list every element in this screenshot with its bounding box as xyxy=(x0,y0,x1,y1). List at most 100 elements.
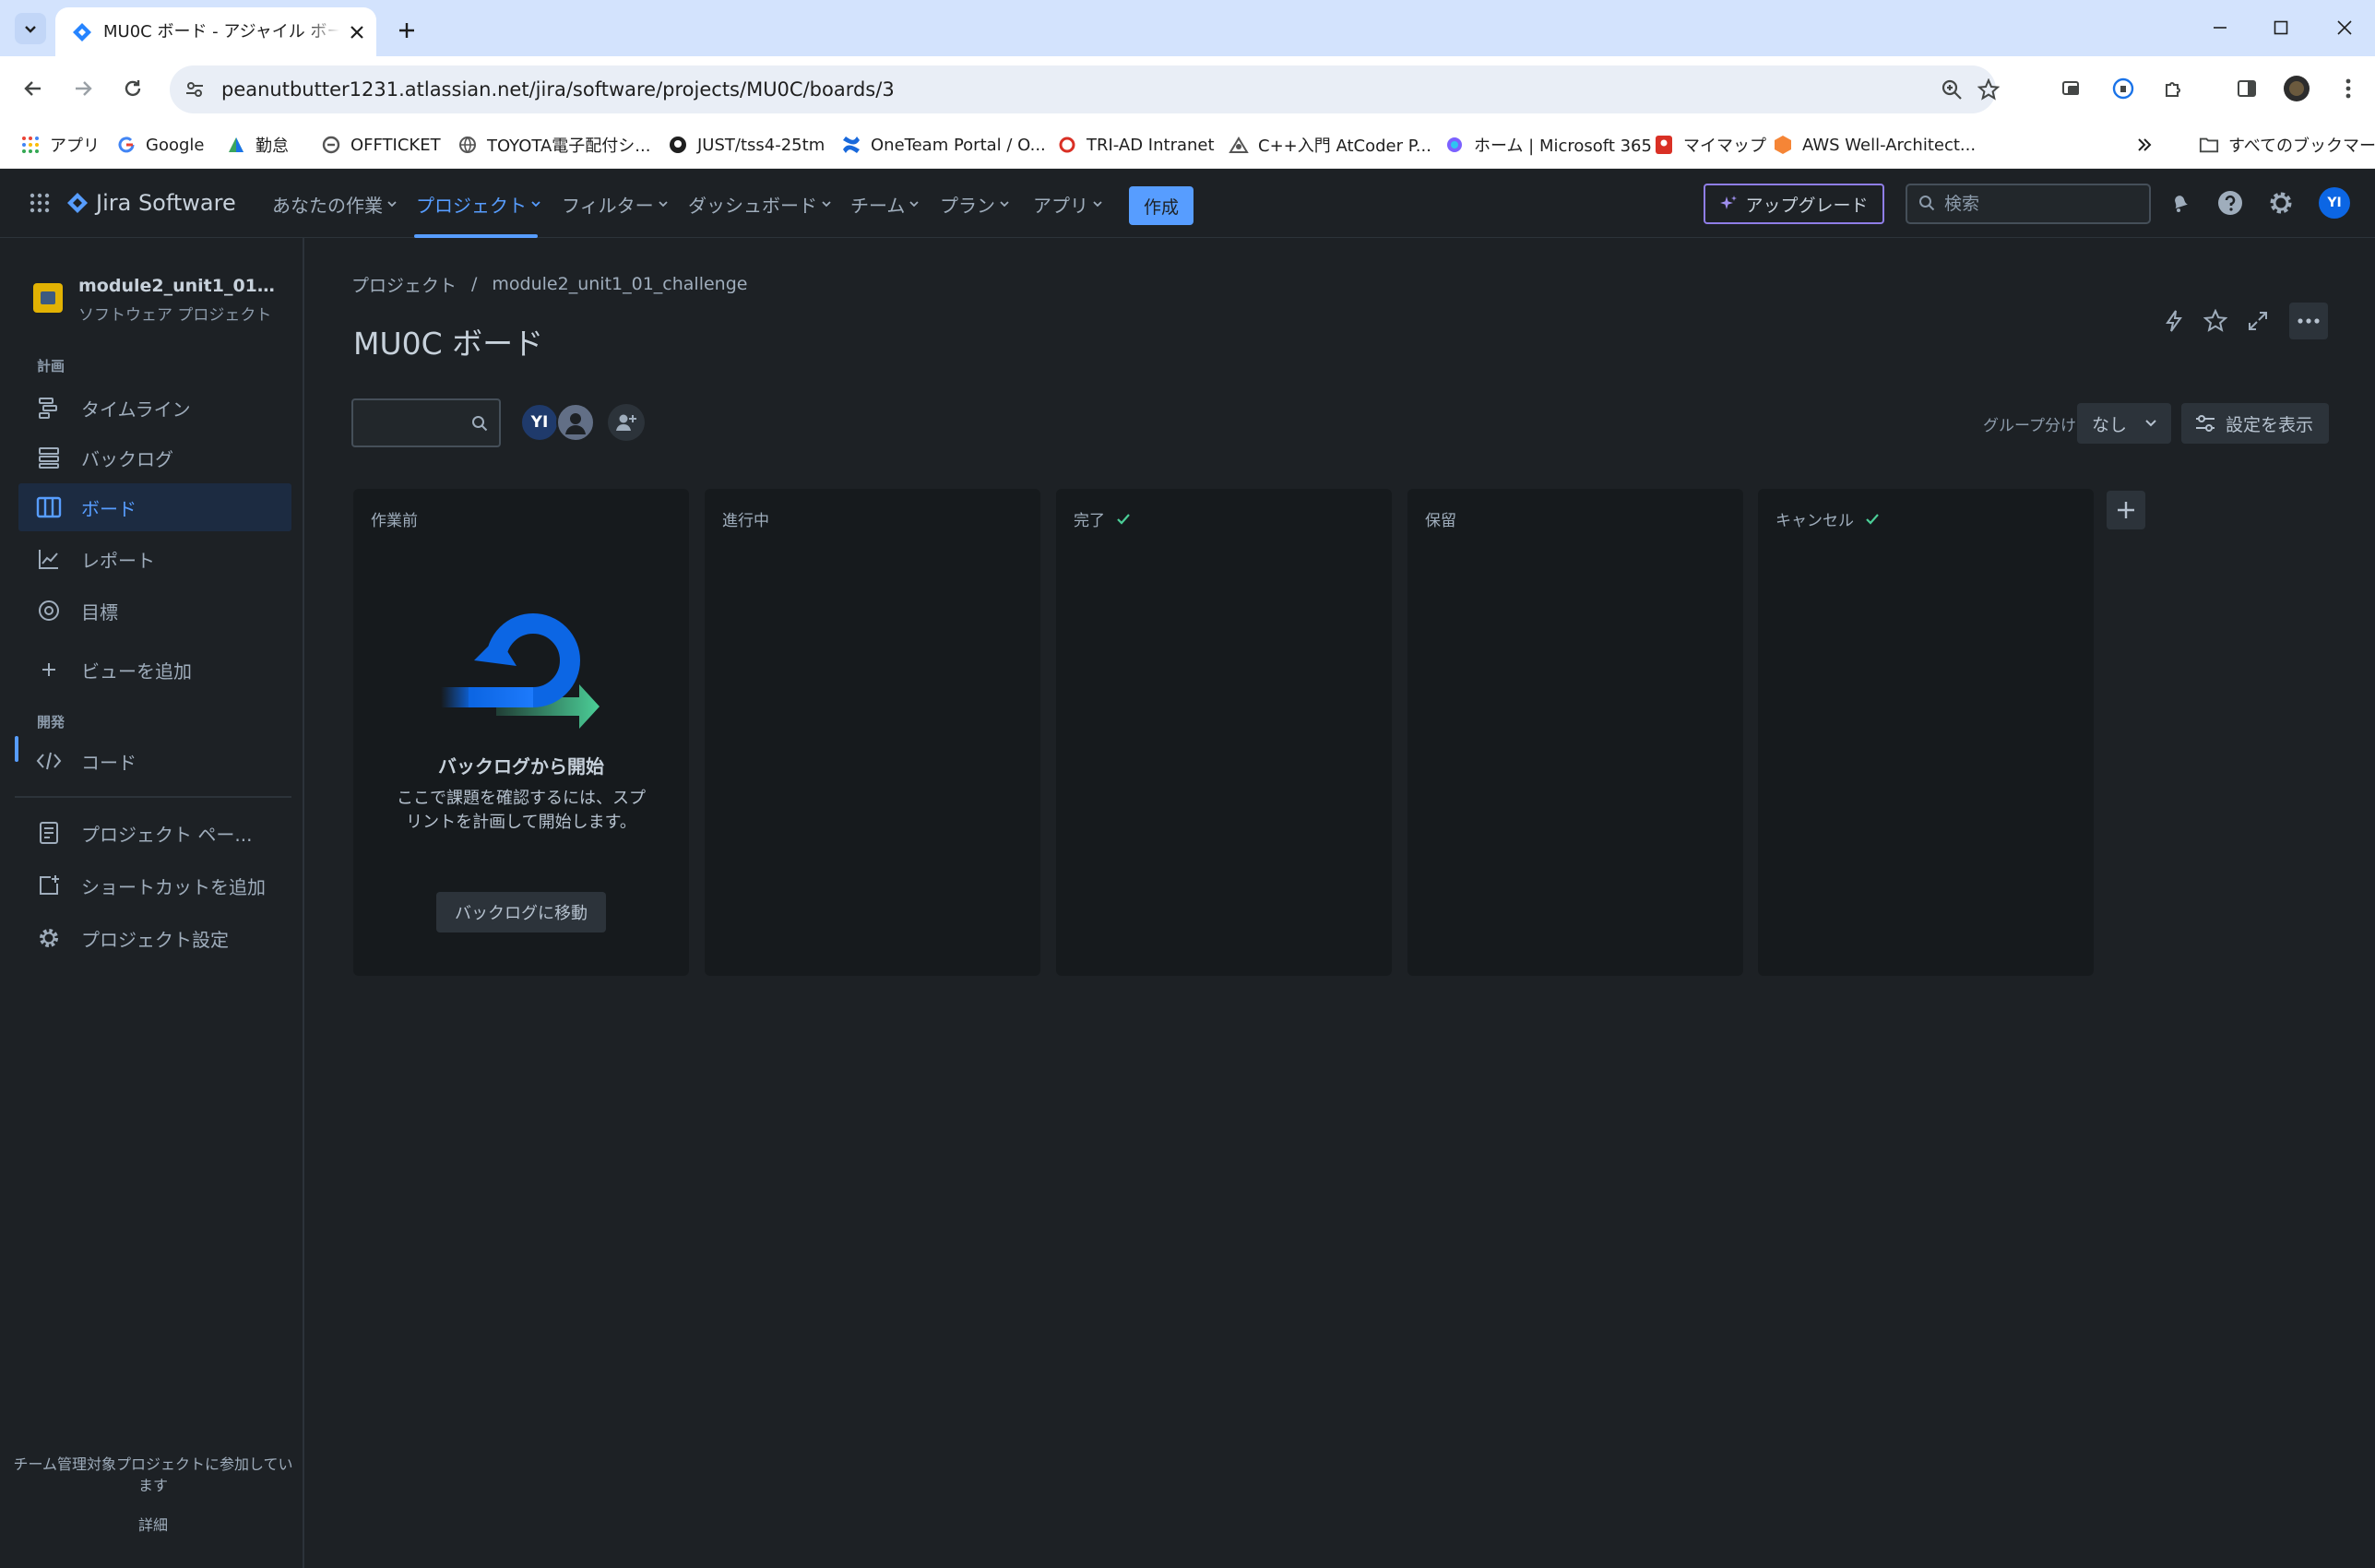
window-close-button[interactable] xyxy=(2326,11,2363,44)
nav-teams[interactable]: チーム xyxy=(850,187,920,220)
nav-apps[interactable]: アプリ xyxy=(1033,187,1103,220)
group-by-select[interactable]: なし xyxy=(2077,403,2171,444)
bookmark-mymap[interactable]: マイマップ xyxy=(1654,128,1766,161)
nav-dashboards[interactable]: ダッシュボード xyxy=(688,187,832,220)
automation-button[interactable] xyxy=(2157,304,2191,338)
go-to-backlog-button[interactable]: バックログに移動 xyxy=(436,892,606,932)
forward-button[interactable] xyxy=(66,72,100,105)
sidebar-item-project-pages[interactable]: プロジェクト ペー... xyxy=(18,809,291,857)
chrome-menu-button[interactable] xyxy=(2332,72,2365,105)
side-panel-button[interactable] xyxy=(2230,72,2263,105)
bookmark-google[interactable]: Google xyxy=(116,128,204,161)
sidebar-item-project-settings[interactable]: プロジェクト設定 xyxy=(18,914,291,962)
nav-your-work[interactable]: あなたの作業 xyxy=(272,187,398,220)
learn-more-link[interactable]: 詳細 xyxy=(13,1513,293,1535)
sidebar-item-label: プロジェクト設定 xyxy=(81,928,229,951)
check-icon xyxy=(1865,513,1880,526)
user-avatar-button[interactable]: YI xyxy=(2319,187,2350,219)
nav-label: フィルター xyxy=(562,194,654,217)
bookmarks-bar: アプリ Google 勤怠 OFFTICKET TOYOTA電子配付シ... J… xyxy=(0,121,2375,169)
sidebar-item-label: プロジェクト ペー... xyxy=(81,823,253,846)
sidebar-item-add-shortcut[interactable]: ショートカットを追加 xyxy=(18,861,291,909)
assignee-filter-avatar-unassigned[interactable] xyxy=(556,403,595,442)
reload-button[interactable] xyxy=(116,72,149,105)
plus-icon xyxy=(2116,500,2136,520)
nav-projects[interactable]: プロジェクト xyxy=(416,187,541,220)
board-column-in-progress: 進行中 xyxy=(705,489,1040,976)
offticket-icon xyxy=(321,135,341,155)
tab-search-button[interactable] xyxy=(15,13,46,44)
app-switcher-button[interactable] xyxy=(26,189,53,217)
assignee-filter-avatar[interactable]: YI xyxy=(520,403,559,442)
jira-logo[interactable]: Jira Software xyxy=(66,187,236,219)
breadcrumb: プロジェクト / module2_unit1_01_challenge xyxy=(351,271,747,297)
bookmark-offticket[interactable]: OFFTICKET xyxy=(321,128,441,161)
sidebar-item-reports[interactable]: レポート xyxy=(18,535,291,583)
browser-tab-active[interactable]: MU0C ボード - アジャイル ボード - J xyxy=(55,7,376,56)
star-button[interactable] xyxy=(2199,304,2232,338)
bell-icon xyxy=(2169,192,2191,214)
new-tab-button[interactable] xyxy=(391,15,422,46)
sidebar-item-label: ショートカットを追加 xyxy=(81,875,266,898)
more-actions-button[interactable] xyxy=(2289,303,2328,339)
project-type: ソフトウェア プロジェクト xyxy=(78,306,272,325)
nav-label: ダッシュボード xyxy=(688,194,817,217)
address-bar[interactable]: peanutbutter1231.atlassian.net/jira/soft… xyxy=(170,65,2000,113)
more-bookmarks-button[interactable] xyxy=(2136,128,2153,161)
extensions-button[interactable] xyxy=(2157,72,2191,105)
profile-button[interactable] xyxy=(2280,72,2313,105)
close-tab-icon[interactable] xyxy=(345,20,369,44)
upgrade-button[interactable]: アップグレード xyxy=(1704,184,1884,224)
bookmark-attendance[interactable]: 勤怠 xyxy=(226,128,289,161)
add-people-button[interactable] xyxy=(608,404,645,441)
notifications-button[interactable] xyxy=(2165,187,2196,219)
sidebar-item-backlog[interactable]: バックログ xyxy=(18,434,291,481)
sidebar-item-board[interactable]: ボード xyxy=(18,483,291,531)
browser-tab-strip: MU0C ボード - アジャイル ボード - J xyxy=(0,0,2375,56)
bookmark-microsoft365[interactable]: ホーム | Microsoft 365 xyxy=(1444,128,1652,161)
arrow-left-icon xyxy=(23,78,43,99)
sidebar-item-add-view[interactable]: ビューを追加 xyxy=(18,646,291,694)
global-search-input[interactable]: 検索 xyxy=(1906,184,2151,224)
bookmark-apps[interactable]: アプリ xyxy=(20,128,100,161)
github-icon xyxy=(668,135,688,155)
bookmark-oneteam[interactable]: OneTeam Portal / O... xyxy=(841,128,1046,161)
bookmark-atcoder[interactable]: C++入門 AtCoder P... xyxy=(1229,128,1431,161)
bookmark-aws[interactable]: AWS Well-Architect... xyxy=(1773,128,1976,161)
all-bookmarks-button[interactable]: すべてのブックマーク xyxy=(2199,128,2375,161)
nav-filters[interactable]: フィルター xyxy=(562,187,669,220)
bookmark-label: マイマップ xyxy=(1683,137,1766,156)
bookmark-toyota[interactable]: TOYOTA電子配付シ... xyxy=(457,128,650,161)
project-name[interactable]: module2_unit1_01_chall... xyxy=(78,276,281,296)
window-maximize-button[interactable] xyxy=(2262,11,2299,44)
add-column-button[interactable] xyxy=(2107,491,2145,529)
extension-1-button[interactable] xyxy=(2055,72,2088,105)
help-button[interactable] xyxy=(2215,187,2246,219)
window-minimize-button[interactable] xyxy=(2202,11,2238,44)
bookmark-label: OFFTICKET xyxy=(350,135,441,155)
extension-2-button[interactable] xyxy=(2107,72,2140,105)
fullscreen-button[interactable] xyxy=(2241,304,2274,338)
page-icon xyxy=(33,817,65,849)
breadcrumb-project-link[interactable]: module2_unit1_01_challenge xyxy=(492,274,747,294)
sidebar-item-code[interactable]: コード xyxy=(18,737,291,785)
sidebar-item-goals[interactable]: 目標 xyxy=(18,587,291,635)
zoom-icon[interactable] xyxy=(1939,77,1965,102)
apps-grid-icon xyxy=(20,135,41,155)
sidebar-item-timeline[interactable]: タイムライン xyxy=(18,384,291,432)
profile-avatar-icon xyxy=(2283,75,2310,102)
backlog-icon xyxy=(33,442,65,473)
breadcrumb-projects-link[interactable]: プロジェクト xyxy=(351,272,457,297)
back-button[interactable] xyxy=(17,72,50,105)
site-info-icon[interactable] xyxy=(183,77,207,101)
create-button[interactable]: 作成 xyxy=(1129,186,1193,225)
view-settings-button[interactable]: 設定を表示 xyxy=(2181,403,2329,444)
bookmark-star-icon[interactable] xyxy=(1976,77,2001,102)
add-user-icon xyxy=(615,412,637,433)
bookmark-label: 勤怠 xyxy=(255,137,289,156)
nav-plans[interactable]: プラン xyxy=(940,187,1010,220)
bookmark-github[interactable]: JUST/tss4-25tm xyxy=(668,128,825,161)
bookmark-intranet[interactable]: TRI-AD Intranet xyxy=(1057,128,1215,161)
settings-button[interactable] xyxy=(2265,187,2297,219)
board-search-input[interactable] xyxy=(351,398,501,447)
